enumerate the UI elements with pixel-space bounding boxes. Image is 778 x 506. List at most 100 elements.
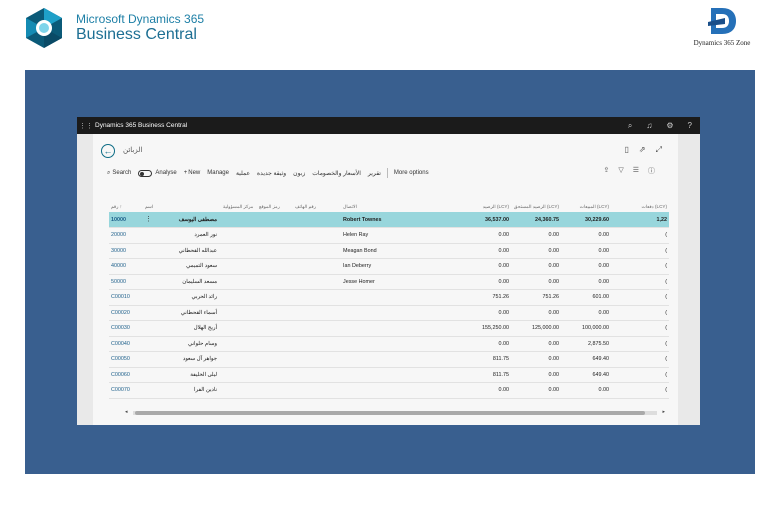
cell-balance-due: 24,360.75: [511, 212, 561, 228]
new-label: New: [188, 170, 201, 176]
cell-contact: Meagan Bond: [341, 243, 415, 259]
dynamics-365-icon: [26, 8, 62, 48]
cell-sales: 2,875.50: [561, 336, 611, 352]
back-arrow-icon[interactable]: ←: [101, 144, 115, 158]
bookmark-icon[interactable]: ▯: [624, 145, 628, 155]
cell-no[interactable]: C00030: [109, 320, 143, 337]
analyse-toggle[interactable]: Analyse: [138, 169, 177, 177]
search-action[interactable]: ⌕ Search: [107, 170, 131, 177]
cell-location: [257, 382, 293, 399]
filter-icon[interactable]: ▽: [618, 166, 623, 176]
scroll-left-icon[interactable]: ◂: [125, 409, 128, 415]
table-row[interactable]: C00030 أريج الهلال 155,250.00 125,000.00 100…: [109, 320, 669, 337]
cell-sales: 0.00: [561, 305, 611, 321]
scroll-thumb[interactable]: [135, 411, 645, 415]
expand-icon[interactable]: ⤢: [656, 145, 662, 155]
cell-balance: 155,250.00: [415, 320, 511, 337]
app-launcher-icon[interactable]: ⋮⋮: [77, 122, 95, 130]
cell-no[interactable]: 20000: [109, 227, 143, 244]
cell-name: أسماء القحطاني: [143, 305, 221, 321]
col-header-payments[interactable]: دفعات (LCY): [611, 190, 669, 212]
cell-sales: 0.00: [561, 382, 611, 399]
cell-no[interactable]: 10000: [109, 212, 143, 228]
cell-sales: 601.00: [561, 289, 611, 306]
action-report[interactable]: تقرير: [368, 170, 381, 177]
cell-no[interactable]: C00050: [109, 351, 143, 368]
scroll-right-icon[interactable]: ▸: [662, 409, 665, 415]
cell-responsibility: [221, 243, 257, 259]
cell-responsibility: [221, 212, 257, 228]
open-new-window-icon[interactable]: ⇗: [639, 145, 646, 155]
analyse-label: Analyse: [155, 170, 177, 176]
toggle-icon: [138, 169, 153, 177]
table-row[interactable]: C00070 نادين الفرا 0.00 0.00 0.00(: [109, 382, 669, 399]
cell-phone: [293, 289, 341, 306]
cell-no[interactable]: C00060: [109, 367, 143, 383]
table-row[interactable]: 30000 عبدالله القحطاني Meagan Bond 0.00 0.00…: [109, 243, 669, 259]
cell-no[interactable]: 30000: [109, 243, 143, 259]
table-row[interactable]: 10000 مصطفى اليوسف ⋮ Robert Townes 36,537.00…: [109, 212, 669, 228]
action-prices-discounts[interactable]: الأسعار والخصومات: [312, 170, 361, 177]
action-new-document[interactable]: وثيقة جديدة: [257, 170, 286, 177]
help-icon[interactable]: ?: [688, 121, 692, 130]
cell-name: ليلى الخليفة: [143, 367, 221, 383]
cell-phone: [293, 336, 341, 352]
cell-name: أريج الهلال: [143, 320, 221, 337]
table-row[interactable]: C00060 ليلى الخليفة 811.75 0.00 649.40(: [109, 367, 669, 383]
col-header-name[interactable]: اسم: [143, 190, 221, 212]
more-options-button[interactable]: More options: [394, 170, 429, 176]
zone-d-icon: [708, 8, 736, 34]
cell-payments: (: [611, 351, 669, 368]
cell-balance-due: 0.00: [511, 243, 561, 259]
manage-button[interactable]: Manage: [207, 170, 229, 176]
table-row[interactable]: 40000 سعود التميمي Ian Deberry 0.00 0.00 0.00…: [109, 258, 669, 275]
col-header-responsibility[interactable]: مركز المسؤولية: [221, 190, 257, 212]
col-header-sales[interactable]: المبيعات (LCY): [561, 190, 611, 212]
cell-balance-due: 0.00: [511, 367, 561, 383]
table-row[interactable]: 50000 مسعد السليمان Jesse Homer 0.00 0.00 0.0…: [109, 274, 669, 290]
cell-no[interactable]: C00020: [109, 305, 143, 321]
table-row[interactable]: 20000 نور العمرد Helen Ray 0.00 0.00 0.00(: [109, 227, 669, 244]
table-row[interactable]: C00020 أسماء القحطاني 0.00 0.00 0.00(: [109, 305, 669, 321]
search-icon[interactable]: ⌕: [628, 121, 632, 131]
cell-no[interactable]: 50000: [109, 274, 143, 290]
horizontal-scrollbar[interactable]: ◂ ▸: [125, 409, 665, 416]
brand-line-2: Business Central: [76, 25, 197, 43]
col-header-no[interactable]: رقم ↑: [109, 190, 143, 212]
cell-location: [257, 367, 293, 383]
new-button[interactable]: + New: [184, 170, 201, 176]
dynamics-365-logo: Microsoft Dynamics 365 Business Central: [22, 6, 204, 50]
col-header-location[interactable]: رمز الموقع: [257, 190, 293, 212]
action-process[interactable]: عملية: [236, 170, 250, 177]
cell-responsibility: [221, 320, 257, 337]
col-header-balance[interactable]: الرصيد (LCY): [415, 190, 511, 212]
cell-balance-due: 0.00: [511, 258, 561, 275]
cell-balance-due: 751.26: [511, 289, 561, 306]
share-icon[interactable]: ⇪: [603, 166, 609, 176]
cell-no[interactable]: C00070: [109, 382, 143, 399]
cell-payments: (: [611, 382, 669, 399]
cell-location: [257, 305, 293, 321]
col-header-phone[interactable]: رقم الهاتف: [293, 190, 341, 212]
table-row[interactable]: C00040 وسام حلواني 0.00 0.00 2,875.50(: [109, 336, 669, 352]
table-row[interactable]: C00010 رائد الحربي 751.26 751.26 601.00(: [109, 289, 669, 306]
action-customer[interactable]: زبون: [293, 170, 305, 177]
list-view-icon[interactable]: ☰: [633, 166, 639, 176]
cell-no[interactable]: C00010: [109, 289, 143, 306]
table-row[interactable]: C00050 جواهر آل سعود 811.75 0.00 649.40(: [109, 351, 669, 368]
action-bar: ⌕ Search Analyse + New Manage عملية وثيقة …: [107, 166, 667, 180]
row-actions-icon[interactable]: ⋮: [145, 215, 152, 223]
bell-icon[interactable]: ♫: [646, 121, 652, 130]
gear-icon[interactable]: ⚙: [666, 121, 673, 130]
page: Microsoft Dynamics 365 Business Central …: [0, 0, 778, 506]
search-small-icon: ⌕: [107, 169, 111, 176]
app-window: ⋮⋮ Dynamics 365 Business Central ⌕ ♫ ⚙ ?…: [77, 117, 700, 425]
cell-no[interactable]: 40000: [109, 258, 143, 275]
info-icon[interactable]: ⓘ: [648, 166, 655, 176]
cell-no[interactable]: C00040: [109, 336, 143, 352]
window-title: Dynamics 365 Business Central: [95, 122, 188, 129]
col-header-balance-due[interactable]: الرصيد المستحق (LCY): [511, 190, 561, 212]
cell-name: نادين الفرا: [143, 382, 221, 399]
dynamics-365-zone-logo: Dynamics 365 Zone: [686, 4, 758, 47]
col-header-contact[interactable]: الاتصال: [341, 190, 415, 212]
